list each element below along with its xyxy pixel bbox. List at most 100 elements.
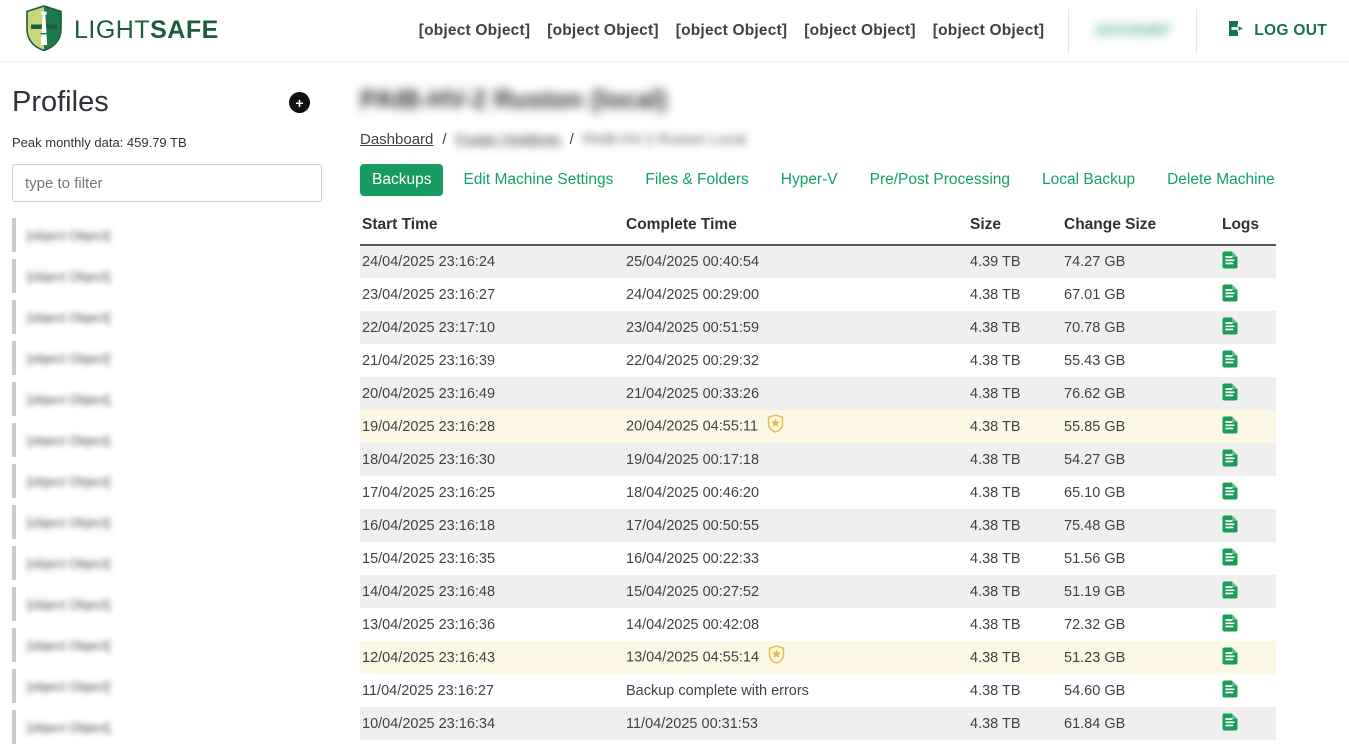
backup-size: 4.38 TB: [968, 311, 1062, 344]
backup-row: 23/04/2025 23:16:27 24/04/2025 00:29:00 …: [360, 278, 1276, 311]
log-document-icon[interactable]: [1222, 449, 1239, 467]
backup-size: 4.38 TB: [968, 707, 1062, 740]
profile-label-redacted: [object Object]: [27, 638, 110, 653]
breadcrumb-group-link-redacted[interactable]: Foster Holdings: [456, 131, 561, 148]
backup-start-time: 14/04/2025 23:16:48: [360, 575, 624, 608]
backup-start-time: 10/04/2025 23:16:34: [360, 707, 624, 740]
machine-tab[interactable]: Local Backup: [1030, 164, 1147, 196]
backup-complete-time: 23/04/2025 00:51:59: [624, 311, 968, 344]
backup-complete-time: 17/04/2025 00:50:55: [624, 509, 968, 542]
account-name-chip[interactable]: ACCOUNT: [1068, 9, 1197, 53]
backup-size: 4.38 TB: [968, 278, 1062, 311]
machine-detail-panel: PAIB-HV-2 Ruston (local) Dashboard / Fos…: [336, 62, 1349, 750]
backup-complete-time: 16/04/2025 00:22:33: [624, 542, 968, 575]
breadcrumb-dashboard-link[interactable]: Dashboard: [360, 131, 433, 148]
backups-table: Start Time Complete Time Size Change Siz…: [360, 212, 1276, 740]
nav-link[interactable]: [object Object]: [676, 22, 788, 40]
profile-list-item[interactable]: [object Object]: [12, 423, 322, 457]
column-header-change-size: Change Size: [1062, 212, 1220, 245]
profile-label-redacted: [object Object]: [27, 474, 110, 489]
machine-tab[interactable]: Hyper-V: [769, 164, 850, 196]
backup-complete-time: 18/04/2025 00:46:20: [624, 476, 968, 509]
backup-change-size: 61.84 GB: [1062, 707, 1220, 740]
log-document-icon[interactable]: [1222, 416, 1239, 434]
log-document-icon[interactable]: [1222, 647, 1239, 665]
profile-list-item[interactable]: [object Object]: [12, 259, 322, 293]
backup-row: 19/04/2025 23:16:28 20/04/2025 04:55:11 …: [360, 410, 1276, 443]
log-document-icon[interactable]: [1222, 548, 1239, 566]
profile-list-item[interactable]: [object Object]: [12, 341, 322, 375]
log-document-icon[interactable]: [1222, 581, 1239, 599]
profiles-heading: Profiles: [12, 86, 109, 119]
backup-size: 4.38 TB: [968, 608, 1062, 641]
machine-tab[interactable]: Delete Machine: [1155, 164, 1287, 196]
machine-tab[interactable]: Edit Machine Settings: [451, 164, 625, 196]
column-header-complete-time: Complete Time: [624, 212, 968, 245]
machine-tab[interactable]: Pre/Post Processing: [858, 164, 1022, 196]
log-out-label: LOG OUT: [1254, 22, 1327, 40]
log-document-icon[interactable]: [1222, 284, 1239, 302]
backups-table-header-row: Start Time Complete Time Size Change Siz…: [360, 212, 1276, 245]
backup-size: 4.38 TB: [968, 443, 1062, 476]
nav-link[interactable]: [object Object]: [933, 22, 1045, 40]
backup-complete-time: 11/04/2025 00:31:53: [624, 707, 968, 740]
log-document-icon[interactable]: [1222, 251, 1239, 269]
backup-size: 4.38 TB: [968, 344, 1062, 377]
backup-change-size: 70.78 GB: [1062, 311, 1220, 344]
log-document-icon[interactable]: [1222, 614, 1239, 632]
log-document-icon[interactable]: [1222, 482, 1239, 500]
backup-size: 4.38 TB: [968, 575, 1062, 608]
backup-size: 4.38 TB: [968, 410, 1062, 443]
profile-list-item[interactable]: [object Object]: [12, 628, 322, 662]
backup-start-time: 23/04/2025 23:16:27: [360, 278, 624, 311]
log-document-icon[interactable]: [1222, 680, 1239, 698]
profile-list-item[interactable]: [object Object]: [12, 587, 322, 621]
log-out-button[interactable]: LOG OUT: [1227, 19, 1327, 43]
log-document-icon[interactable]: [1222, 383, 1239, 401]
backup-change-size: 54.27 GB: [1062, 443, 1220, 476]
profile-list-item[interactable]: [object Object]: [12, 546, 322, 580]
machine-tab[interactable]: Backups: [360, 164, 443, 196]
profile-filter-input[interactable]: [12, 164, 322, 202]
add-profile-button[interactable]: +: [289, 92, 310, 113]
profile-list-item[interactable]: [object Object]: [12, 669, 322, 703]
column-header-logs: Logs: [1220, 212, 1276, 245]
profile-list-item[interactable]: [object Object]: [12, 464, 322, 498]
backup-change-size: 67.01 GB: [1062, 278, 1220, 311]
backup-row: 20/04/2025 23:16:49 21/04/2025 00:33:26 …: [360, 377, 1276, 410]
backup-row: 12/04/2025 23:16:43 13/04/2025 04:55:14 …: [360, 641, 1276, 674]
profile-list-item[interactable]: [object Object]: [12, 710, 322, 744]
profile-list: [object Object] [object Object] [object …: [12, 218, 322, 744]
nav-link[interactable]: [object Object]: [419, 22, 531, 40]
backup-start-time: 19/04/2025 23:16:28: [360, 410, 624, 443]
log-document-icon[interactable]: [1222, 515, 1239, 533]
backup-change-size: 51.19 GB: [1062, 575, 1220, 608]
log-document-icon[interactable]: [1222, 350, 1239, 368]
backup-size: 4.38 TB: [968, 674, 1062, 707]
nav-link[interactable]: [object Object]: [804, 22, 916, 40]
log-document-icon[interactable]: [1222, 317, 1239, 335]
log-document-icon[interactable]: [1222, 713, 1239, 731]
profile-label-redacted: [object Object]: [27, 515, 110, 530]
backup-start-time: 11/04/2025 23:16:27: [360, 674, 624, 707]
profile-list-item[interactable]: [object Object]: [12, 218, 322, 252]
backup-change-size: 51.56 GB: [1062, 542, 1220, 575]
profile-list-item[interactable]: [object Object]: [12, 505, 322, 539]
backup-row: 16/04/2025 23:16:18 17/04/2025 00:50:55 …: [360, 509, 1276, 542]
profile-list-item[interactable]: [object Object]: [12, 382, 322, 416]
backup-start-time: 22/04/2025 23:17:10: [360, 311, 624, 344]
profile-label-redacted: [object Object]: [27, 720, 110, 735]
backup-change-size: 55.85 GB: [1062, 410, 1220, 443]
warning-shield-icon: [768, 645, 785, 668]
lighthouse-shield-logo-icon: [24, 5, 64, 56]
backup-row: 10/04/2025 23:16:34 11/04/2025 00:31:53 …: [360, 707, 1276, 740]
brand-logo[interactable]: LIGHTSAFE: [24, 5, 219, 56]
profile-label-redacted: [object Object]: [27, 351, 110, 366]
machine-tab[interactable]: Files & Folders: [633, 164, 760, 196]
profile-list-item[interactable]: [object Object]: [12, 300, 322, 334]
backup-size: 4.38 TB: [968, 509, 1062, 542]
backup-complete-time: 25/04/2025 00:40:54: [624, 245, 968, 278]
nav-link[interactable]: [object Object]: [547, 22, 659, 40]
backup-start-time: 15/04/2025 23:16:35: [360, 542, 624, 575]
breadcrumb: Dashboard / Foster Holdings / PAIB-HV-2 …: [360, 131, 1325, 148]
